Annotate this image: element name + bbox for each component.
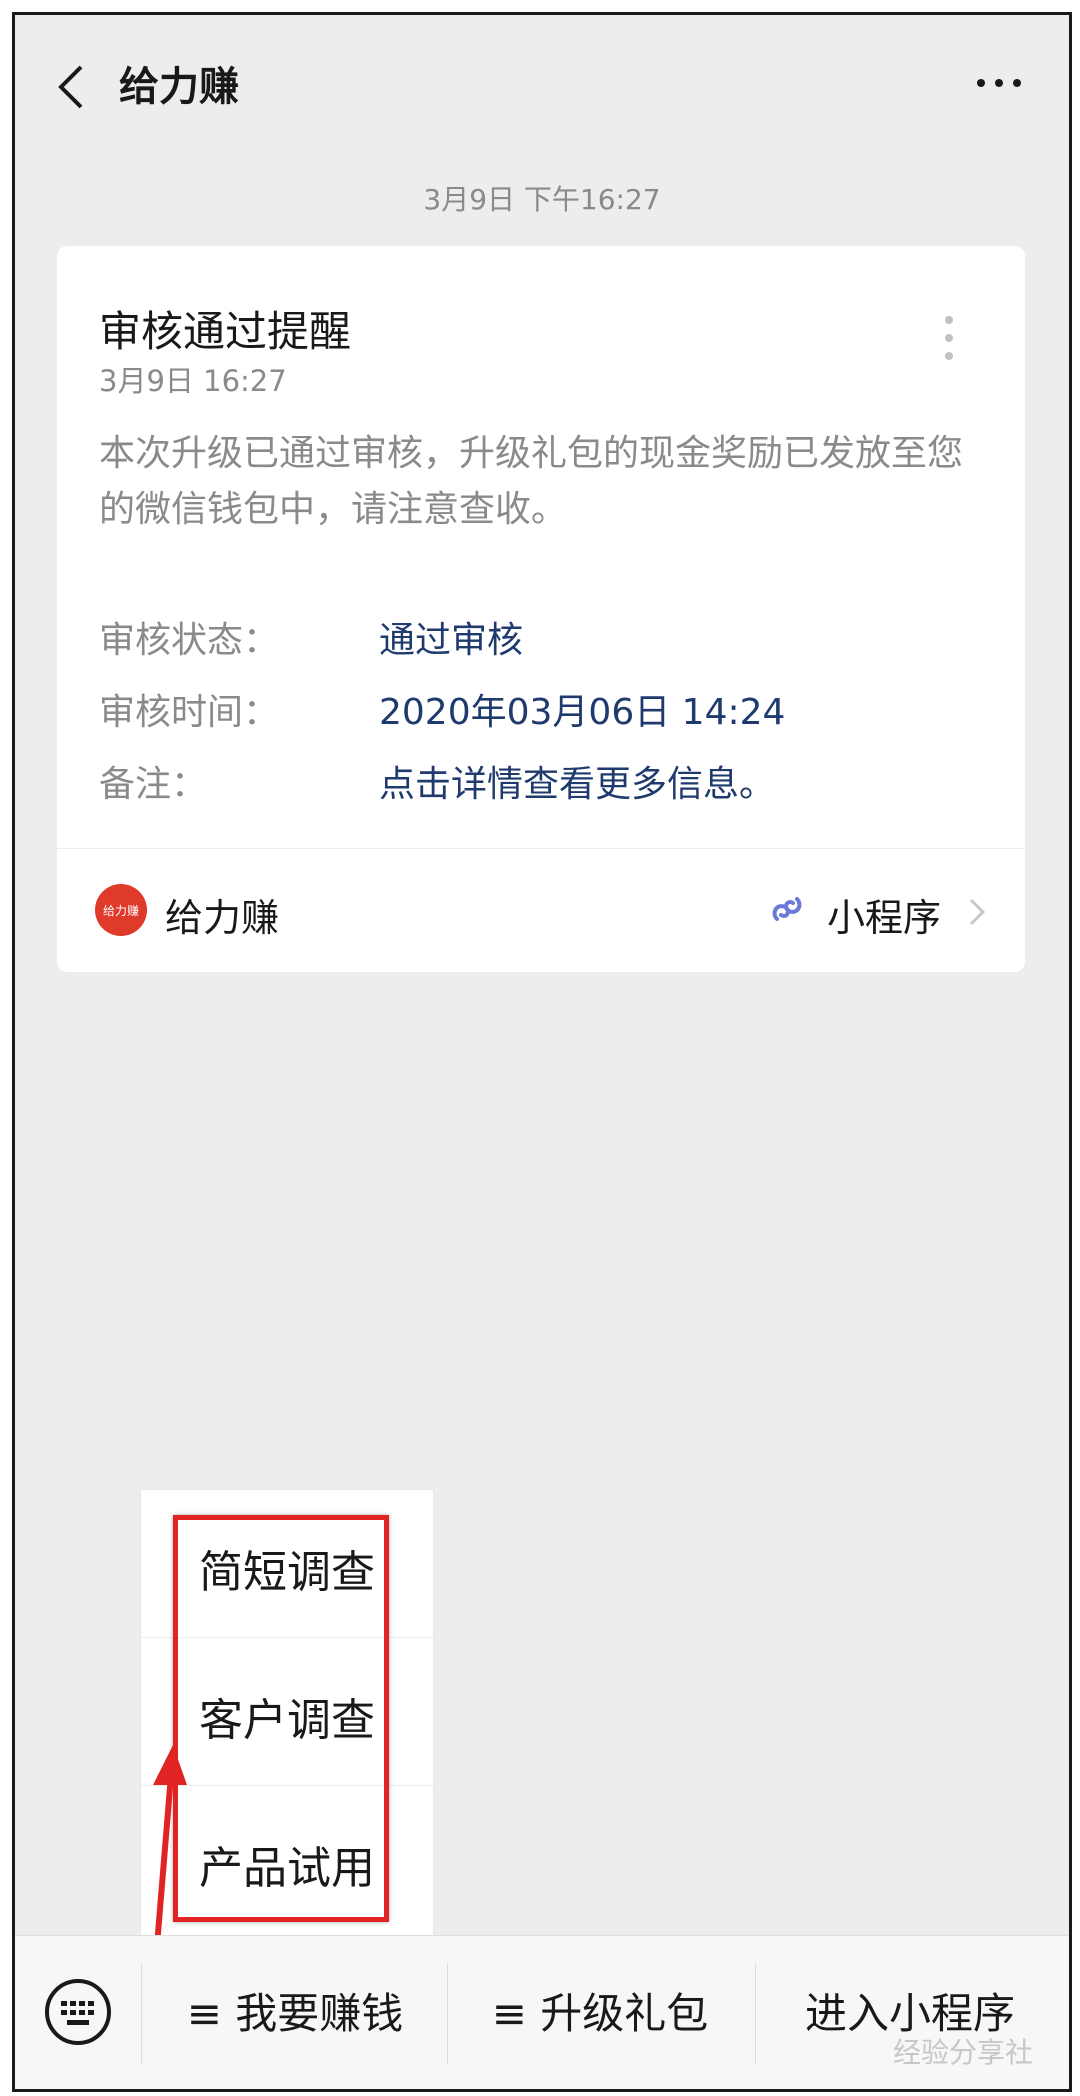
notification-card[interactable]: 审核通过提醒 3月9日 16:27 本次升级已通过审核，升级礼包的现金奖励已发放… bbox=[57, 246, 1025, 972]
more-dots-icon[interactable] bbox=[969, 63, 1029, 103]
watermark-text: 经验分享社 bbox=[892, 2036, 1033, 2069]
card-description: 本次升级已通过审核，升级礼包的现金奖励已发放至您的微信钱包中，请注意查收。 bbox=[99, 433, 964, 530]
field-label-time: 审核时间： bbox=[99, 692, 280, 733]
page-title: 给力赚 bbox=[119, 64, 239, 110]
app-name: 给力赚 bbox=[165, 896, 280, 940]
menu-divider bbox=[141, 1964, 142, 2064]
field-label-note: 备注： bbox=[99, 764, 208, 805]
menu-divider bbox=[755, 1964, 756, 2064]
menu-item-label: 简短调查 bbox=[199, 1547, 375, 1598]
card-title: 审核通过提醒 bbox=[99, 307, 352, 356]
mini-program-link-icon bbox=[767, 889, 807, 929]
field-value-time: 2020年03月06日 14:24 bbox=[379, 692, 786, 733]
menu-item-label: 客户调查 bbox=[199, 1695, 375, 1746]
app-screen: 给力赚 3月9日 下午16:27 审核通过提醒 3月9日 16:27 本次升级已… bbox=[12, 12, 1072, 2092]
field-value-note: 点击详情查看更多信息。 bbox=[379, 764, 776, 805]
mini-program-label: 小程序 bbox=[826, 896, 941, 940]
field-value-status: 通过审核 bbox=[379, 620, 524, 661]
field-label-status: 审核状态： bbox=[99, 620, 280, 661]
card-date: 3月9日 16:27 bbox=[99, 364, 287, 398]
menu-item-short-survey[interactable]: 简短调查 bbox=[141, 1490, 433, 1636]
mini-program-footer[interactable]: 给力赚 给力赚 小程序 bbox=[57, 849, 1025, 972]
menu-button-upgrade-gift[interactable]: ≡ 升级礼包 bbox=[465, 1984, 735, 2044]
chevron-right-icon bbox=[967, 897, 987, 927]
keyboard-icon[interactable] bbox=[43, 1977, 113, 2047]
chat-timestamp: 3月9日 下午16:27 bbox=[423, 183, 661, 216]
card-menu-icon[interactable] bbox=[943, 316, 955, 368]
app-logo: 给力赚 bbox=[95, 884, 147, 936]
menu-divider bbox=[447, 1964, 448, 2064]
menu-button-earn-money[interactable]: ≡ 我要赚钱 bbox=[175, 1984, 415, 2044]
back-arrow-icon[interactable] bbox=[53, 57, 93, 117]
